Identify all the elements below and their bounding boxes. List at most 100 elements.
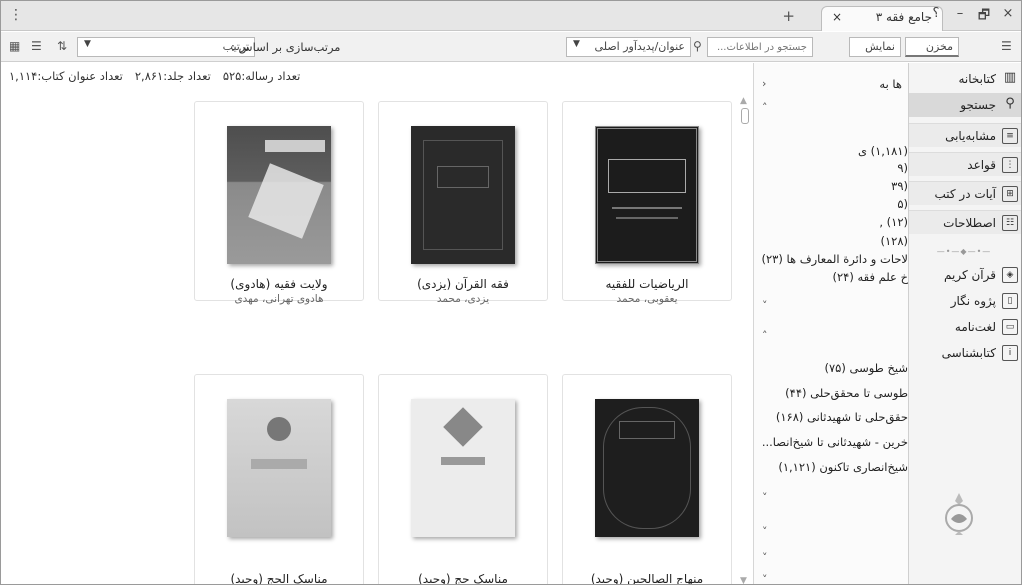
title-bar: ⋮ + جامع فقه ۳ × ؟ – 🗗 × — [1, 1, 1021, 31]
filter-panel: › ها به ˄ (۱,۱۸۱) ی (۹ (۳۹ (۵ (۱۲) , (۱۲… — [753, 63, 908, 584]
book-title: الریاضیات للفقیه — [605, 277, 689, 291]
book-cover — [411, 126, 515, 264]
sidebar-item-search[interactable]: ⚲ جستجو — [909, 93, 1021, 117]
book-grid: الریاضیات للفقیه یعقوبی، محمد فقه القرآن… — [1, 87, 739, 585]
tab-jame-feqh[interactable]: جامع فقه ۳ × — [821, 6, 943, 31]
book-author: هادوی تهرانی، مهدی — [234, 293, 324, 305]
treatise-count: تعداد رساله:۵۲۵ — [222, 69, 301, 83]
search-input[interactable] — [707, 37, 813, 57]
minimize-button[interactable]: – — [953, 6, 967, 28]
book-card[interactable]: الریاضیات للفقیه یعقوبی، محمد — [562, 101, 732, 305]
app-window: ⋮ + جامع فقه ۳ × ؟ – 🗗 × ▦ ☰ ⇅ ترتیب ▼ م… — [0, 0, 1022, 585]
sidebar: ▥ کتابخانه ⚲ جستجو ≡ مشابه‌یابی ⋮ قواعد … — [908, 63, 1021, 584]
new-tab-button[interactable]: + — [782, 7, 795, 25]
filter-item[interactable]: (۹ — [897, 161, 908, 175]
chevron-down-icon: ▼ — [84, 39, 91, 49]
quran-icon: ◈ — [1002, 267, 1018, 283]
book-title: ولایت فقیه (هادوی) — [230, 277, 328, 291]
sort-label: مرتب‌سازی بر اساس : — [231, 40, 341, 54]
filter-item[interactable]: حقق‌حلی تا شهیدثانی (۱۶۸) — [776, 410, 908, 424]
book-title: مناسک حج (وحید) — [418, 572, 508, 585]
hamburger-menu-icon[interactable]: ☰ — [1001, 39, 1012, 53]
sort-select[interactable]: ترتیب ▼ — [77, 37, 255, 57]
book-card[interactable]: مناسک الحج (وحید) — [194, 374, 364, 585]
sidebar-item-rules[interactable]: ⋮ قواعد — [909, 152, 1021, 176]
book-author: یزدی، محمد — [436, 293, 490, 305]
search-icon[interactable]: ⚲ — [693, 39, 702, 53]
library-icon: ▥ — [1003, 70, 1017, 85]
sidebar-tool-bibliography[interactable]: i کتابشناسی — [909, 341, 1021, 365]
chevron-up-icon[interactable]: ˄ — [762, 329, 768, 342]
book-cover — [227, 126, 331, 264]
filter-item[interactable]: طوسی تا محقق‌حلی (۴۴) — [785, 386, 908, 400]
display-toggle[interactable]: نمایش — [849, 37, 901, 57]
filter-header: ها به — [879, 77, 902, 91]
book-title: فقه القرآن (یزدی) — [417, 277, 509, 291]
close-button[interactable]: × — [1001, 6, 1015, 28]
search-field-select[interactable]: عنوان/پدیدآور اصلی ▼ — [566, 37, 691, 57]
grid-scrollbar[interactable]: ▲ ▼ — [739, 96, 751, 584]
rules-icon: ⋮ — [1002, 156, 1018, 173]
sidebar-item-library[interactable]: ▥ کتابخانه — [909, 67, 1021, 91]
dictionary-icon: ▭ — [1002, 319, 1018, 335]
sidebar-tool-dictionary[interactable]: ▭ لغت‌نامه — [909, 315, 1021, 339]
book-cover — [411, 399, 515, 537]
grid-view-icon[interactable]: ▦ — [9, 39, 20, 53]
book-card[interactable]: مناسک حج (وحید) — [378, 374, 548, 585]
toolbar: ▦ ☰ ⇅ ترتیب ▼ مرتب‌سازی بر اساس : عنوان/… — [1, 32, 1021, 62]
tab-close-icon[interactable]: × — [832, 10, 842, 28]
filter-item[interactable]: (۳۹ — [891, 179, 908, 193]
filter-item[interactable]: شیخ‌انصاری تاکنون (۱,۱۲۱) — [778, 460, 908, 474]
filter-item[interactable]: شیخ طوسی (۷۵) — [824, 361, 908, 375]
bibliography-icon: i — [1002, 345, 1018, 361]
book-card[interactable]: فقه القرآن (یزدی) یزدی، محمد — [378, 101, 548, 305]
scroll-up-icon[interactable]: ▲ — [740, 96, 747, 106]
restore-button[interactable]: 🗗 — [977, 6, 991, 28]
book-title: منهاج الصالحین (وحید) — [590, 572, 704, 585]
sidebar-item-verses[interactable]: ⊞ آیات در کتب — [909, 181, 1021, 205]
sort-order-icon[interactable]: ⇅ — [57, 39, 67, 53]
help-button[interactable]: ؟ — [929, 6, 943, 28]
ornament-divider: —•—◆—•— — [936, 247, 992, 256]
filter-item[interactable]: (۱۲) , — [879, 215, 908, 229]
notes-icon: ▯ — [1002, 293, 1018, 309]
book-title: مناسک الحج (وحید) — [230, 572, 328, 585]
chevron-down-icon[interactable]: ˅ — [762, 525, 768, 538]
book-card[interactable]: ولایت فقیه (هادوی) هادوی تهرانی، مهدی — [194, 101, 364, 305]
chevron-down-icon[interactable]: ˅ — [762, 299, 768, 312]
noor-logo-icon — [945, 493, 973, 535]
terms-icon: ☷ — [1002, 214, 1018, 231]
title-count: تعداد عنوان کتاب:۱,۱۱۴ — [9, 69, 123, 83]
book-cover — [227, 399, 331, 537]
sidebar-item-terms[interactable]: ☷ اصطلاحات — [909, 210, 1021, 234]
volume-count: تعداد جلد:۲,۸۶۱ — [134, 69, 211, 83]
verses-icon: ⊞ — [1002, 185, 1018, 202]
sidebar-tool-quran[interactable]: ◈ قرآن کریم — [909, 263, 1021, 287]
chevron-down-icon[interactable]: ˅ — [762, 551, 768, 564]
filter-item[interactable]: لاحات و دائرة المعارف ها (۲۳) — [761, 252, 908, 266]
menu-grip-icon[interactable]: ⋮ — [9, 7, 23, 23]
store-toggle[interactable]: مخزن — [905, 37, 959, 57]
sidebar-tool-notes[interactable]: ▯ پژوه نگار — [909, 289, 1021, 313]
list-view-icon[interactable]: ☰ — [31, 39, 42, 53]
book-card[interactable]: منهاج الصالحین (وحید) — [562, 374, 732, 585]
chevron-down-icon[interactable]: ˅ — [762, 491, 768, 504]
scroll-thumb[interactable] — [741, 108, 749, 124]
chevron-up-icon[interactable]: ˄ — [762, 101, 768, 114]
filter-item[interactable]: خ علم فقه (۲۴) — [832, 270, 908, 284]
stats-bar: تعداد رساله:۵۲۵ تعداد جلد:۲,۸۶۱ تعداد عن… — [1, 63, 756, 87]
sidebar-item-similar[interactable]: ≡ مشابه‌یابی — [909, 123, 1021, 147]
chevron-down-icon[interactable]: ˅ — [762, 573, 768, 584]
window-controls: ؟ – 🗗 × — [929, 6, 1015, 28]
filter-item[interactable]: (۵ — [897, 197, 908, 211]
filter-item[interactable]: خرین - شهیدثانی تا شیخ‌انصا... — [762, 435, 908, 449]
scroll-down-icon[interactable]: ▼ — [740, 576, 747, 584]
chevron-down-icon: ▼ — [573, 39, 580, 49]
collapse-panel-icon[interactable]: › — [762, 77, 766, 90]
tab-title: جامع فقه ۳ — [875, 10, 932, 24]
book-cover — [595, 399, 699, 537]
search-icon: ⚲ — [1005, 96, 1015, 111]
similar-icon: ≡ — [1002, 127, 1018, 144]
filter-item[interactable]: (۱,۱۸۱) ی — [858, 144, 908, 158]
filter-item[interactable]: (۱۲۸) — [880, 234, 908, 248]
